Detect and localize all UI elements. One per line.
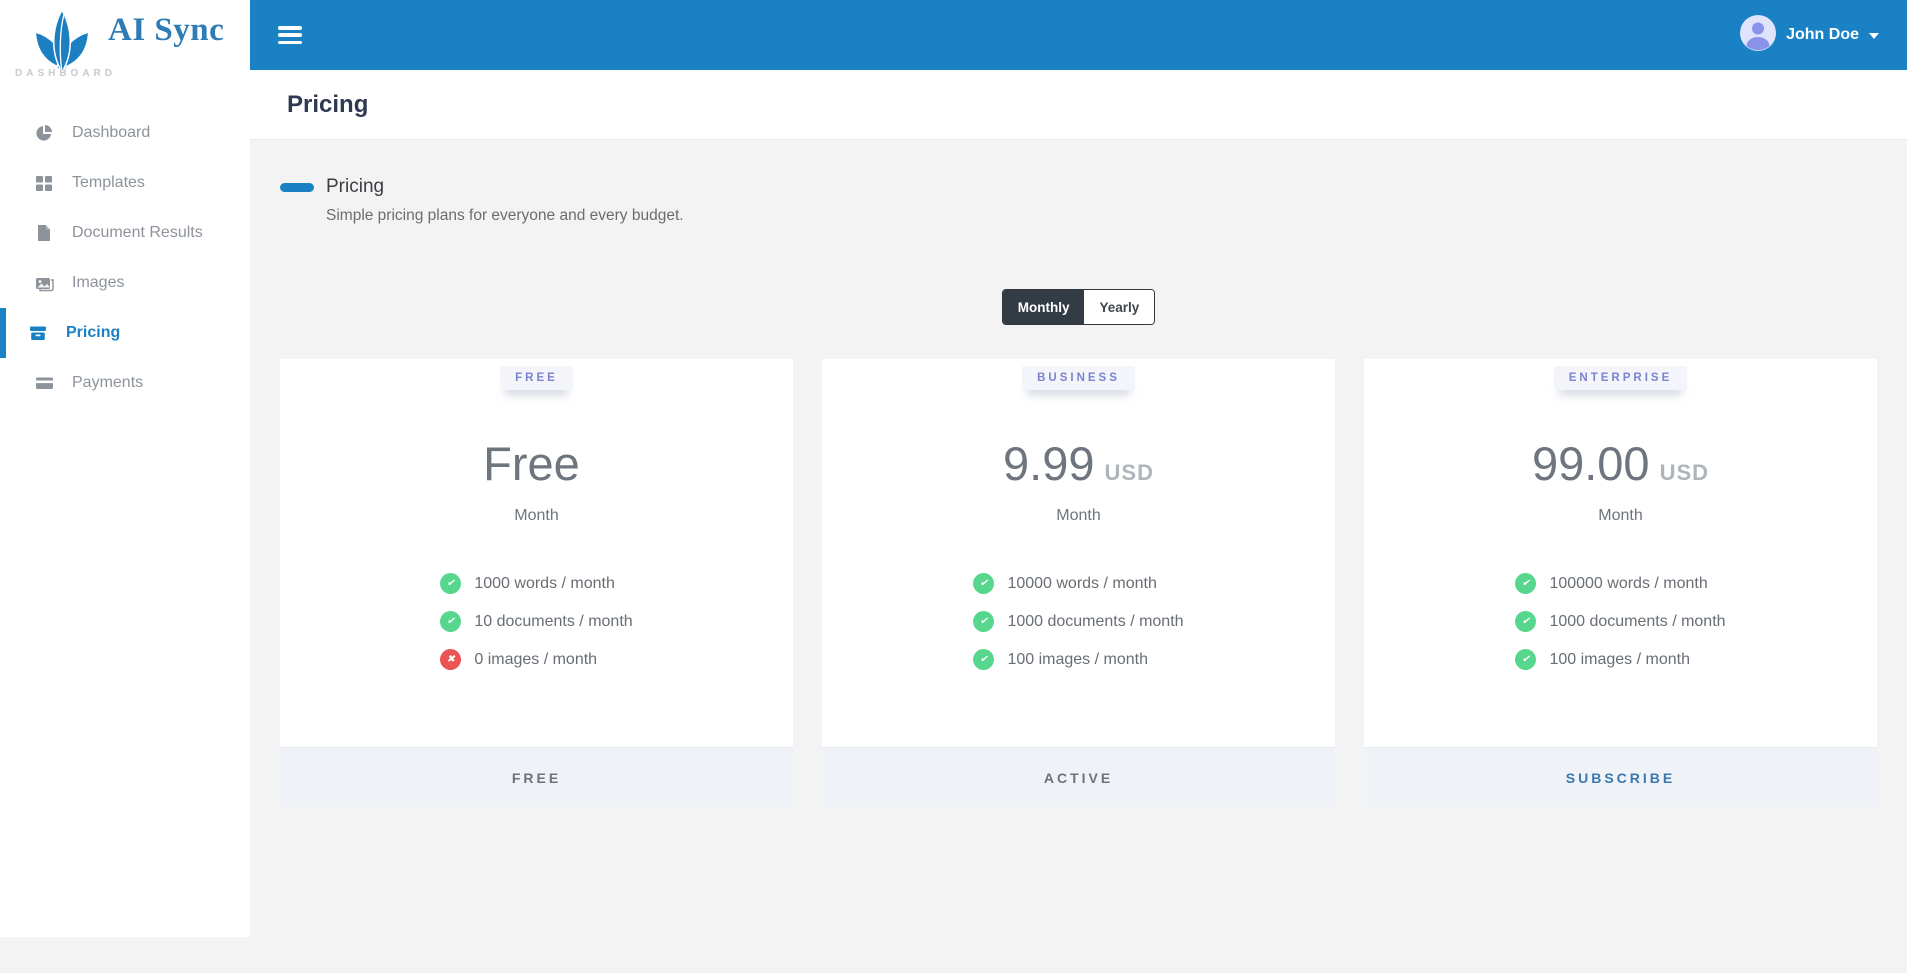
check-icon: ✔✖ — [973, 649, 995, 670]
images-icon — [34, 273, 54, 293]
cross-icon: ✔✖ — [440, 649, 462, 670]
check-icon: ✔✖ — [1515, 611, 1537, 632]
feature-list: ✔✖ 10000 words / month ✔✖ 1000 documents… — [973, 573, 1184, 687]
pricing-cards: FREE Free Month ✔✖ 1000 words / month ✔✖ — [280, 359, 1877, 807]
feature-item: ✔✖ 1000 words / month — [440, 573, 632, 594]
feature-list: ✔✖ 100000 words / month ✔✖ 1000 document… — [1515, 573, 1726, 687]
sidebar-item-label: Images — [72, 274, 125, 291]
section-subtitle: Simple pricing plans for everyone and ev… — [326, 207, 684, 224]
page-title: Pricing — [287, 90, 369, 118]
plan-badge: BUSINESS — [1022, 366, 1135, 390]
feature-item: ✔✖ 10 documents / month — [440, 611, 633, 632]
price-row: Free — [483, 436, 590, 491]
plan-currency: USD — [1659, 460, 1710, 485]
card-footer: ACTIVE — [822, 747, 1335, 807]
hamburger-menu-icon[interactable] — [278, 26, 302, 44]
pricing-card-enterprise: ENTERPRISE 99.00 USD Month ✔✖ 100000 wor… — [1364, 359, 1877, 807]
feature-list: ✔✖ 1000 words / month ✔✖ 10 documents / … — [440, 573, 633, 687]
toggle-yearly-button[interactable]: Yearly — [1084, 290, 1155, 324]
sidebar-item-document-results[interactable]: Document Results — [0, 208, 250, 258]
sidebar-item-label: Payments — [72, 374, 144, 391]
check-icon: ✔✖ — [973, 611, 995, 632]
feature-text: 1000 documents / month — [1549, 612, 1726, 630]
content: Pricing Simple pricing plans for everyon… — [250, 176, 1907, 973]
toggle-monthly-button[interactable]: Monthly — [1002, 290, 1085, 324]
subscribe-button[interactable]: SUBSCRIBE — [1364, 748, 1877, 807]
active-plan-button[interactable]: ACTIVE — [822, 748, 1335, 807]
feature-text: 1000 words / month — [474, 574, 615, 592]
grid-icon — [34, 173, 54, 193]
app: AI Sync DASHBOARD Dashboard Templates Do… — [0, 0, 1907, 937]
feature-text: 100000 words / month — [1549, 574, 1708, 592]
document-icon — [34, 223, 54, 243]
user-menu[interactable]: John Doe — [1740, 14, 1879, 56]
feature-item: ✔✖ 100 images / month — [973, 649, 1183, 670]
feature-text: 100 images / month — [1007, 650, 1148, 668]
plan-period: Month — [1598, 507, 1643, 524]
plan-price: 9.99 — [1003, 437, 1095, 490]
section-header: Pricing — [280, 176, 1907, 198]
archive-box-icon — [28, 323, 48, 343]
brand-name: AI Sync — [108, 12, 225, 48]
plan-currency: USD — [1104, 460, 1154, 485]
sidebar-item-pricing[interactable]: Pricing — [0, 308, 250, 358]
feature-item: ✔✖ 100000 words / month — [1515, 573, 1725, 594]
sidebar-item-label: Templates — [72, 174, 145, 191]
feature-item: ✔✖ 1000 documents / month — [1515, 611, 1726, 632]
credit-card-icon — [34, 373, 54, 393]
sidebar-item-payments[interactable]: Payments — [0, 358, 250, 408]
sidebar-nav: Dashboard Templates Document Results Ima… — [0, 108, 250, 408]
plan-period: Month — [514, 507, 559, 524]
plan-price: 99.00 — [1531, 437, 1650, 490]
check-icon: ✔✖ — [1515, 649, 1537, 670]
chevron-down-icon — [1869, 33, 1879, 39]
card-footer: SUBSCRIBE — [1364, 747, 1877, 807]
page-header: Pricing — [250, 70, 1907, 140]
feature-text: 100 images / month — [1549, 650, 1690, 668]
feature-item: ✔✖ 10000 words / month — [973, 573, 1183, 594]
sidebar-item-label: Document Results — [72, 224, 203, 241]
sidebar-item-label: Dashboard — [72, 124, 151, 141]
card-footer: FREE — [280, 747, 793, 807]
topbar: John Doe — [250, 0, 1907, 70]
plan-price: Free — [483, 437, 580, 490]
sidebar-item-dashboard[interactable]: Dashboard — [0, 108, 250, 158]
user-name: John Doe — [1786, 26, 1859, 43]
pricing-card-business: BUSINESS 9.99 USD Month ✔✖ 10000 words /… — [822, 359, 1335, 807]
feature-text: 10000 words / month — [1007, 574, 1157, 592]
sidebar-item-templates[interactable]: Templates — [0, 158, 250, 208]
feature-item: ✔✖ 0 images / month — [440, 649, 632, 670]
billing-toggle: Monthly Yearly — [1001, 289, 1156, 325]
pricing-card-free: FREE Free Month ✔✖ 1000 words / month ✔✖ — [280, 359, 793, 807]
plan-badge: ENTERPRISE — [1553, 366, 1688, 390]
free-plan-button[interactable]: FREE — [280, 748, 793, 807]
pie-chart-icon — [34, 123, 54, 143]
main-area: John Doe Pricing Pricing Simple pricing … — [250, 0, 1907, 937]
sidebar-item-label: Pricing — [66, 324, 121, 341]
check-icon: ✔✖ — [973, 573, 995, 594]
brand: AI Sync DASHBOARD — [0, 0, 250, 88]
price-row: 99.00 USD — [1532, 436, 1709, 491]
feature-item: ✔✖ 1000 documents / month — [973, 611, 1184, 632]
check-icon: ✔✖ — [440, 573, 462, 594]
accent-dash — [280, 182, 314, 192]
feature-item: ✔✖ 100 images / month — [1515, 649, 1725, 670]
sidebar-item-images[interactable]: Images — [0, 258, 250, 308]
feature-text: 0 images / month — [474, 650, 598, 668]
plan-badge: FREE — [500, 366, 573, 390]
feature-text: 10 documents / month — [474, 612, 633, 630]
sidebar: AI Sync DASHBOARD Dashboard Templates Do… — [0, 0, 250, 937]
check-icon: ✔✖ — [1515, 573, 1537, 594]
brand-tagline: DASHBOARD — [15, 68, 116, 79]
check-icon: ✔✖ — [440, 611, 462, 632]
plan-period: Month — [1056, 507, 1101, 524]
section-title: Pricing — [326, 176, 385, 197]
avatar — [1740, 14, 1777, 56]
feature-text: 1000 documents / month — [1007, 612, 1184, 630]
price-row: 9.99 USD — [1003, 436, 1154, 491]
billing-toggle-wrap: Monthly Yearly — [250, 289, 1907, 325]
